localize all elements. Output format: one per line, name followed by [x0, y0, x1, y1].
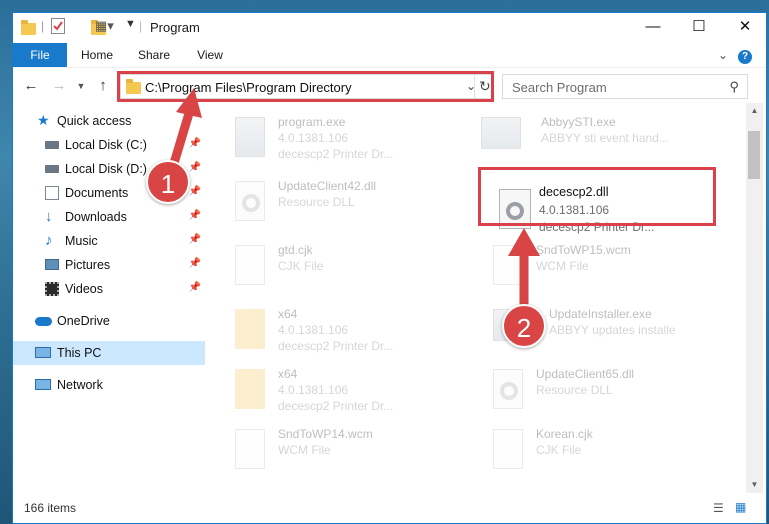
forward-button[interactable]: → [49, 76, 69, 96]
pin-icon[interactable]: 📌 [189, 138, 201, 149]
doc-icon [493, 245, 523, 285]
folder-icon [235, 309, 265, 349]
file-item-sndtowp15-wcm[interactable]: SndToWP15.wcm WCM File [451, 239, 691, 297]
separator: | [41, 19, 45, 33]
pin-icon[interactable]: 📌 [189, 186, 201, 197]
sidebar-item-pictures[interactable]: Pictures 📌 [13, 253, 205, 277]
file-item-program-exe[interactable]: program.exe 4.0.1381.106 decescp2 Printe… [205, 111, 445, 169]
sidebar-item-quick-access[interactable]: ★ Quick access [13, 109, 205, 133]
customize-icon[interactable]: ▦▾ [95, 18, 114, 34]
up-button[interactable]: ↑ [93, 76, 113, 96]
download-icon: ↓ [45, 208, 53, 225]
pictures-icon [45, 259, 59, 270]
item-count: 166 items [24, 501, 77, 515]
computer-icon [35, 347, 51, 358]
close-button[interactable]: ✕ [722, 13, 766, 43]
exe-icon [481, 117, 521, 149]
file-item-abbyysti-exe[interactable]: AbbyySTI.exe ABBYY sti event hand... [451, 111, 691, 169]
expand-ribbon-icon[interactable]: ⌄ [713, 43, 733, 67]
properties-icon[interactable] [51, 18, 65, 34]
address-highlight-box [117, 71, 494, 102]
documents-icon [45, 186, 59, 200]
navigation-bar: ← → ▼ ↑ C:\Program Files\Program Directo… [13, 67, 766, 103]
music-icon: ♪ [45, 232, 53, 249]
sidebar-item-downloads[interactable]: ↓ Downloads 📌 [13, 205, 205, 229]
file-item-x64[interactable]: x64 4.0.1381.106 decescp2 Printer Dr... [205, 303, 445, 361]
search-box[interactable]: Search Program ⚲ [502, 74, 748, 99]
step-badge-1: 1 [146, 160, 190, 204]
sidebar-item-onedrive[interactable]: OneDrive [13, 309, 205, 333]
tiles-view-icon[interactable]: ▦ [735, 500, 746, 514]
doc-icon [235, 429, 265, 469]
doc-icon [235, 245, 265, 285]
sidebar-item-this-pc[interactable]: This PC [13, 341, 205, 365]
star-icon: ★ [37, 112, 50, 128]
file-item-updateclient42-dll[interactable]: UpdateClient42.dll Resource DLL [205, 175, 445, 233]
tab-file[interactable]: File [13, 43, 67, 67]
file-item-updateclient65-dll[interactable]: UpdateClient65.dll Resource DLL [451, 363, 691, 421]
sidebar-item-local-disk-c[interactable]: Local Disk (C:) 📌 [13, 133, 205, 157]
file-item-gtd-cjk[interactable]: gtd.cjk CJK File [205, 239, 445, 297]
status-bar: 166 items ☰ ▦ [13, 493, 766, 523]
file-highlight-box [478, 167, 716, 226]
sidebar-item-music[interactable]: ♪ Music 📌 [13, 229, 205, 253]
sidebar-item-network[interactable]: Network [13, 373, 205, 397]
sidebar-item-videos[interactable]: Videos 📌 [13, 277, 205, 301]
maximize-button[interactable]: ☐ [676, 13, 722, 43]
file-item-x64[interactable]: x64 4.0.1381.106 decescp2 Printer Dr... [205, 363, 445, 421]
minimize-button[interactable]: — [630, 13, 676, 43]
tab-share[interactable]: Share [127, 43, 181, 67]
network-icon [35, 379, 51, 390]
exe-icon [235, 117, 265, 157]
recent-locations-icon[interactable]: ▼ [71, 76, 91, 96]
chevron-down-icon[interactable]: ▼ [125, 18, 136, 30]
file-item-sndtowp14-wcm[interactable]: SndToWP14.wcm WCM File [205, 423, 445, 481]
separator: | [139, 19, 143, 33]
tab-home[interactable]: Home [71, 43, 123, 67]
explorer-window: | ▦▾ ▼ | Program — ☐ ✕ File Home Share V… [12, 12, 767, 524]
videos-icon [45, 282, 59, 296]
drive-icon [45, 165, 59, 173]
title-bar: | ▦▾ ▼ | Program — ☐ ✕ [13, 13, 766, 43]
tab-view[interactable]: View [185, 43, 235, 67]
back-button[interactable]: ← [21, 76, 41, 96]
pin-icon[interactable]: 📌 [189, 210, 201, 221]
window-title: Program [150, 20, 200, 35]
dll-icon [493, 369, 523, 409]
vertical-scrollbar[interactable]: ▲ ▼ [746, 103, 763, 493]
step-badge-2: 2 [502, 304, 546, 348]
pin-icon[interactable]: 📌 [189, 282, 201, 293]
file-item-korean-cjk[interactable]: Korean.cjk CJK File [451, 423, 691, 481]
scroll-up-icon[interactable]: ▲ [746, 103, 763, 119]
pin-icon[interactable]: 📌 [189, 162, 201, 173]
folder-icon[interactable] [21, 20, 36, 35]
help-icon[interactable]: ? [735, 43, 755, 67]
search-input[interactable]: Search Program [512, 80, 607, 95]
drive-icon [45, 141, 59, 149]
ribbon-tabs: File Home Share View ⌄ ? [13, 43, 766, 67]
pin-icon[interactable]: 📌 [189, 234, 201, 245]
folder-icon [235, 369, 265, 409]
scroll-thumb[interactable] [748, 131, 760, 179]
file-item-updateinstaller-exe[interactable]: UpdateInstaller.exe ABBYY updates instal… [451, 303, 691, 361]
pin-icon[interactable]: 📌 [189, 258, 201, 269]
doc-icon [493, 429, 523, 469]
scroll-down-icon[interactable]: ▼ [746, 477, 763, 493]
file-list: program.exe 4.0.1381.106 decescp2 Printe… [205, 103, 746, 493]
details-view-icon[interactable]: ☰ [713, 501, 724, 515]
dll-icon [235, 181, 265, 221]
search-icon[interactable]: ⚲ [729, 79, 739, 95]
cloud-icon [35, 317, 52, 326]
